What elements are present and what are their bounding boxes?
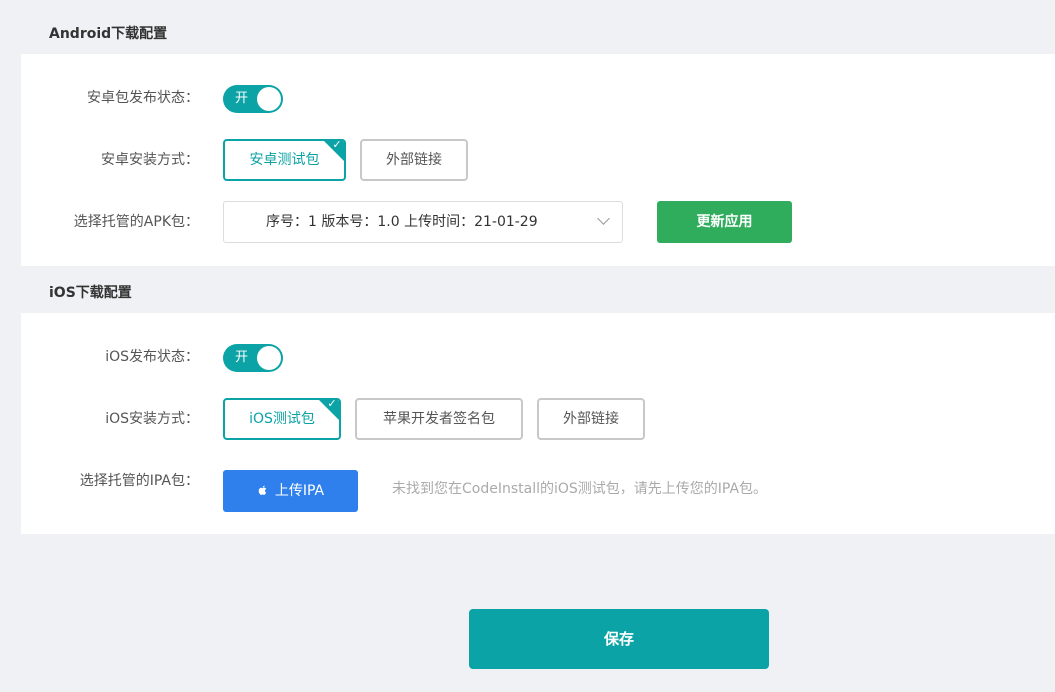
ios-option-developer-signed[interactable]: 苹果开发者签名包 <box>355 398 523 440</box>
toggle-knob <box>257 87 281 111</box>
option-label: 外部链接 <box>563 411 619 427</box>
upload-ipa-label: 上传IPA <box>274 483 325 499</box>
apple-icon <box>258 485 267 495</box>
android-section-title: Android下载配置 <box>49 26 168 42</box>
chevron-down-icon <box>597 212 610 225</box>
android-config-panel: 安卓包发布状态： 开 安卓安装方式： 安卓测试包 ✓ 外部链接 选择托管的APK… <box>21 54 1055 266</box>
ios-status-toggle[interactable]: 开 <box>223 344 283 372</box>
ios-ipa-label: 选择托管的IPA包： <box>79 473 199 489</box>
android-status-toggle[interactable]: 开 <box>223 85 283 113</box>
ios-status-label: iOS发布状态： <box>105 349 199 365</box>
ipa-not-found-hint: 未找到您在CodeInstall的iOS测试包，请先上传您的IPA包。 <box>392 481 768 497</box>
android-status-label: 安卓包发布状态： <box>87 90 199 106</box>
android-install-label: 安卓安装方式： <box>101 152 199 168</box>
ios-section-title: iOS下载配置 <box>49 285 132 301</box>
ios-ipa-row: 选择托管的IPA包： 上传IPA 未找到您在CodeInstall的iOS测试包… <box>21 470 1055 512</box>
android-option-external-link[interactable]: 外部链接 <box>360 139 468 181</box>
ios-install-label: iOS安装方式： <box>105 411 199 427</box>
android-status-row: 安卓包发布状态： 开 <box>21 77 1055 119</box>
ios-config-panel: iOS发布状态： 开 iOS安装方式： iOS测试包 ✓ 苹果开发者签名包 外部… <box>21 313 1055 534</box>
option-label: 苹果开发者签名包 <box>383 411 495 427</box>
android-apk-label: 选择托管的APK包： <box>73 214 199 230</box>
option-label: 外部链接 <box>386 152 442 168</box>
toggle-on-text: 开 <box>235 91 249 106</box>
android-option-test-package[interactable]: 安卓测试包 ✓ <box>223 139 346 181</box>
android-install-row: 安卓安装方式： 安卓测试包 ✓ 外部链接 <box>21 139 1055 181</box>
ios-option-external-link[interactable]: 外部链接 <box>537 398 645 440</box>
option-label: 安卓测试包 <box>249 152 320 168</box>
update-app-button[interactable]: 更新应用 <box>657 201 792 243</box>
ios-install-row: iOS安装方式： iOS测试包 ✓ 苹果开发者签名包 外部链接 <box>21 398 1055 440</box>
option-label: iOS测试包 <box>249 411 315 427</box>
apk-select-value: 序号：1 版本号：1.0 上传时间：21-01-29 <box>266 214 538 230</box>
save-button[interactable]: 保存 <box>469 609 769 669</box>
toggle-knob <box>257 346 281 370</box>
check-icon: ✓ <box>332 139 342 151</box>
android-apk-row: 选择托管的APK包： 序号：1 版本号：1.0 上传时间：21-01-29 更新… <box>21 201 1055 243</box>
check-icon: ✓ <box>327 398 337 410</box>
apk-package-select[interactable]: 序号：1 版本号：1.0 上传时间：21-01-29 <box>223 201 623 243</box>
upload-ipa-button[interactable]: 上传IPA <box>223 470 358 512</box>
toggle-on-text: 开 <box>235 350 249 365</box>
ios-option-test-package[interactable]: iOS测试包 ✓ <box>223 398 341 440</box>
ios-status-row: iOS发布状态： 开 <box>21 336 1055 378</box>
